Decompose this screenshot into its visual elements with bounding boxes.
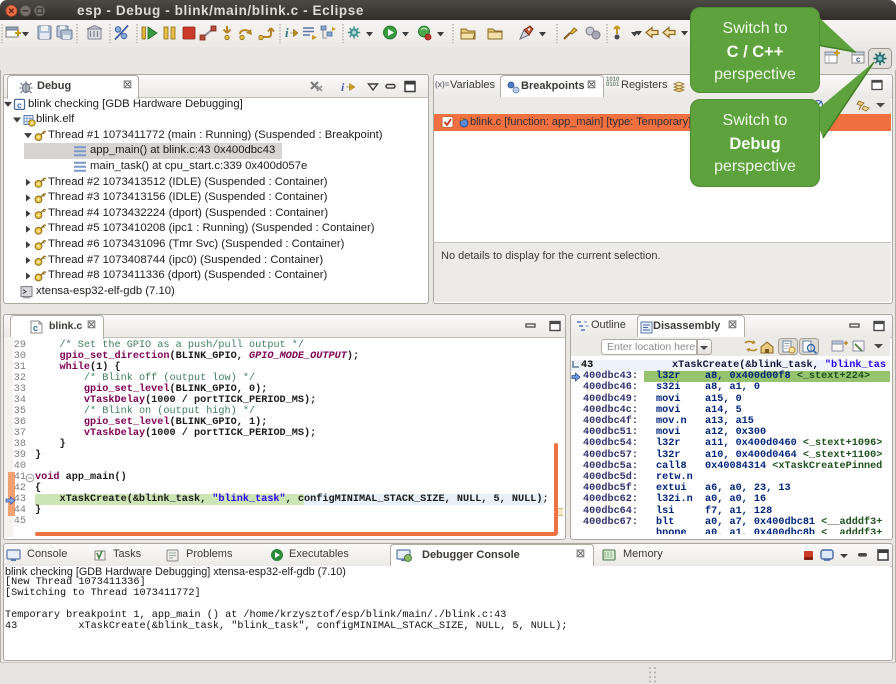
svg-text:c: c [33, 323, 38, 333]
